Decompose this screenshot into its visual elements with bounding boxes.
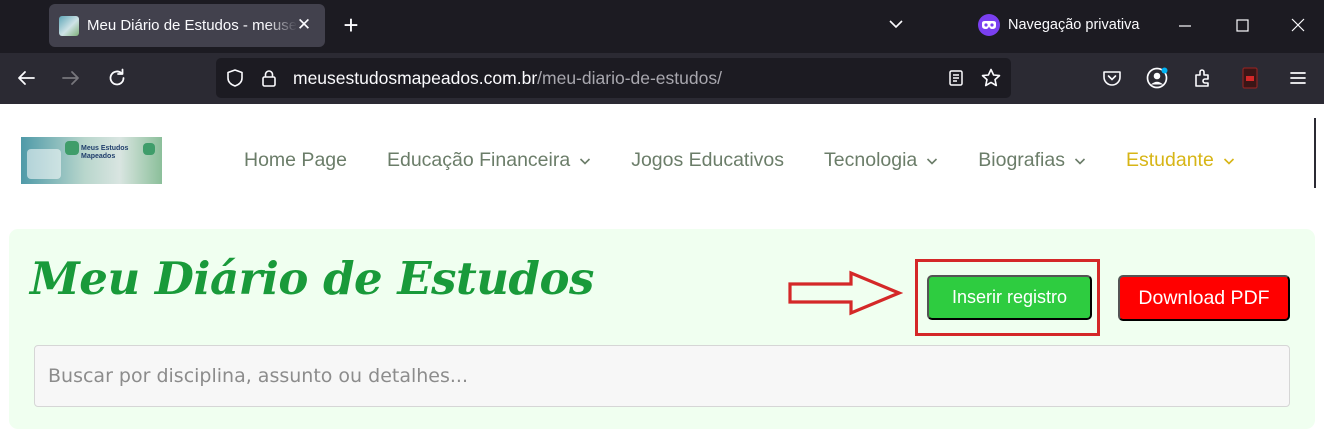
close-tab-icon[interactable]: ✕ bbox=[295, 16, 313, 34]
back-arrow-icon[interactable] bbox=[13, 65, 39, 91]
maximize-window-icon[interactable] bbox=[1227, 10, 1257, 40]
private-browsing-label: Navegação privativa bbox=[1008, 17, 1140, 33]
browser-tab[interactable]: Meu Diário de Estudos - meusestudosmapea… bbox=[49, 4, 325, 47]
nav-item-biografias[interactable]: Biografias bbox=[978, 149, 1086, 172]
url-path: /meu-diario-de-estudos/ bbox=[537, 68, 722, 88]
nav-item-tecnologia[interactable]: Tecnologia bbox=[824, 149, 938, 172]
download-pdf-button[interactable]: Download PDF bbox=[1118, 275, 1290, 321]
account-icon[interactable] bbox=[1144, 65, 1170, 91]
site-navigation: Home Page Educação Financeira Jogos Educ… bbox=[244, 149, 1235, 172]
private-browsing-indicator: Navegação privativa bbox=[978, 14, 1139, 36]
minimize-window-icon[interactable] bbox=[1170, 10, 1200, 40]
nav-item-label: Biografias bbox=[978, 149, 1065, 171]
nav-item-label: Estudante bbox=[1125, 149, 1214, 171]
page-scrollbar[interactable] bbox=[1314, 118, 1316, 188]
chevron-down-icon bbox=[927, 157, 938, 165]
insert-record-button[interactable]: Inserir registro bbox=[927, 275, 1092, 320]
nav-item-label: Jogos Educativos bbox=[631, 149, 785, 171]
lock-icon[interactable] bbox=[258, 67, 280, 89]
forward-arrow-icon[interactable] bbox=[58, 65, 84, 91]
reload-icon[interactable] bbox=[104, 65, 130, 91]
logo-shape-graphic bbox=[143, 143, 155, 155]
browser-toolbar: meusestudosmapeados.com.br/meu-diario-de… bbox=[0, 53, 1324, 104]
nav-item-educacao-financeira[interactable]: Educação Financeira bbox=[387, 149, 591, 172]
reader-view-icon[interactable] bbox=[945, 67, 967, 89]
nav-item-label: Home Page bbox=[244, 149, 347, 171]
bookmark-star-icon[interactable] bbox=[980, 67, 1002, 89]
logo-book-graphic bbox=[27, 149, 61, 179]
chevron-down-icon bbox=[580, 157, 591, 165]
nav-item-home-page[interactable]: Home Page bbox=[244, 149, 347, 172]
logo-shape-graphic bbox=[65, 141, 79, 155]
page-title: Meu Diário de Estudos bbox=[30, 252, 594, 305]
browser-tab-strip: Meu Diário de Estudos - meusestudosmapea… bbox=[0, 0, 1324, 53]
url-host: meusestudosmapeados.com.br bbox=[293, 68, 538, 88]
private-mask-icon bbox=[978, 14, 1000, 36]
close-window-icon[interactable] bbox=[1283, 10, 1313, 40]
extensions-icon[interactable] bbox=[1190, 65, 1216, 91]
site-logo[interactable]: Meus Estudos Mapeados bbox=[21, 137, 162, 184]
pdf-extension-icon[interactable] bbox=[1237, 65, 1263, 91]
diary-panel: Meu Diário de Estudos Inserir registro D… bbox=[9, 229, 1315, 429]
chevron-down-icon bbox=[1223, 157, 1234, 165]
address-bar[interactable]: meusestudosmapeados.com.br/meu-diario-de… bbox=[216, 58, 1011, 98]
page-content: Meus Estudos Mapeados Home Page Educação… bbox=[0, 104, 1324, 429]
hamburger-menu-icon[interactable] bbox=[1285, 65, 1311, 91]
nav-item-jogos-educativos[interactable]: Jogos Educativos bbox=[631, 149, 784, 172]
site-favicon-icon bbox=[59, 15, 79, 36]
shield-icon[interactable] bbox=[224, 67, 246, 89]
url-text: meusestudosmapeados.com.br/meu-diario-de… bbox=[293, 68, 722, 89]
nav-item-estudante[interactable]: Estudante bbox=[1126, 149, 1235, 172]
search-input[interactable] bbox=[34, 345, 1290, 407]
nav-item-label: Tecnologia bbox=[824, 149, 918, 171]
logo-wordmark: Meus Estudos Mapeados bbox=[81, 145, 129, 160]
annotation-arrow-icon bbox=[788, 270, 903, 316]
tab-title: Meu Diário de Estudos - meusestudosmapea… bbox=[87, 17, 297, 34]
chevron-down-icon[interactable] bbox=[886, 14, 906, 34]
pocket-icon[interactable] bbox=[1099, 65, 1125, 91]
new-tab-button[interactable]: + bbox=[340, 12, 362, 38]
chevron-down-icon bbox=[1074, 157, 1086, 165]
nav-item-label: Educação Financeira bbox=[386, 149, 571, 171]
